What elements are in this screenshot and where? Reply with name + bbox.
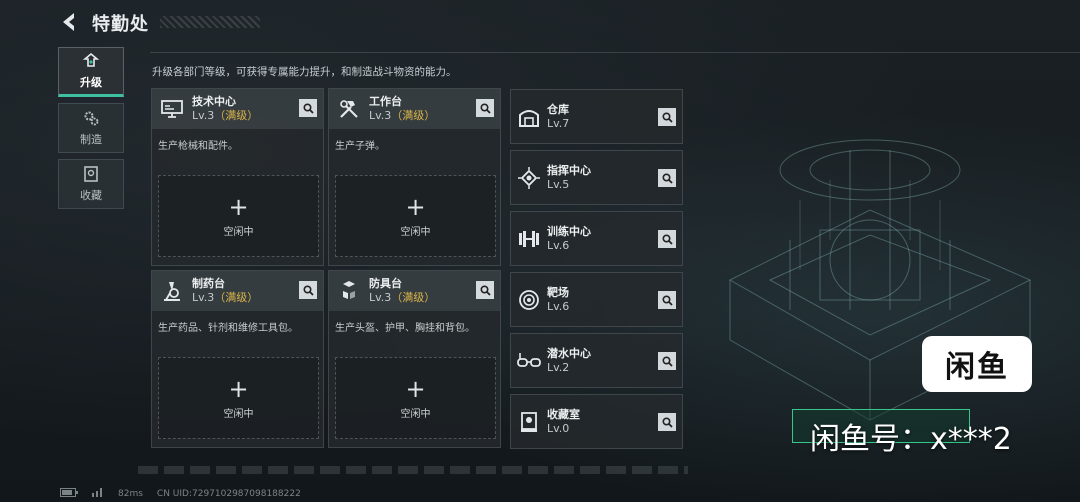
maxed-badge: （满级） <box>214 109 259 122</box>
slot-status: 空闲中 <box>400 226 431 238</box>
display-case-icon <box>511 410 547 434</box>
slot-status: 空闲中 <box>400 408 431 420</box>
nav-collection[interactable]: 收藏 <box>58 159 124 209</box>
watermark-logo: 闲鱼 <box>922 336 1032 392</box>
card-level: Lv.3 <box>192 109 215 122</box>
signal-icon <box>92 487 104 500</box>
search-icon[interactable] <box>299 281 317 299</box>
facility-level: Lv.2 <box>547 360 570 374</box>
facility-name: 训练中心 <box>547 224 591 238</box>
top-bar: 特勤处 <box>0 0 1080 44</box>
upgrade-icon <box>82 52 100 67</box>
plus-icon: + <box>228 374 249 403</box>
production-slot[interactable]: + 空闲中 <box>335 175 496 257</box>
card-level: Lv.3 <box>192 291 215 304</box>
divider <box>138 466 688 474</box>
card-name: 工作台 <box>369 95 402 108</box>
production-slot[interactable]: + 空闲中 <box>158 175 319 257</box>
search-icon[interactable] <box>658 352 676 370</box>
facility-level: Lv.7 <box>547 116 570 130</box>
card-level: Lv.3 <box>369 109 392 122</box>
card-name: 防具台 <box>369 277 402 290</box>
title-decoration <box>160 16 260 28</box>
gears-icon <box>84 111 99 126</box>
facility-collection-room[interactable]: 收藏室 Lv.0 <box>510 394 683 449</box>
card-description: 生产子弹。 <box>335 141 385 152</box>
card-name: 制药台 <box>192 277 225 290</box>
card-armor-bench[interactable]: 防具台 Lv.3（满级） 生产头盔、护甲、胸挂和背包。 + 空闲中 <box>328 270 501 448</box>
maxed-badge: （满级） <box>391 291 436 304</box>
search-icon[interactable] <box>299 99 317 117</box>
facility-name: 仓库 <box>547 102 569 116</box>
divider <box>150 52 1080 53</box>
maxed-badge: （满级） <box>214 291 259 304</box>
production-slot[interactable]: + 空闲中 <box>335 357 496 439</box>
maxed-badge: （满级） <box>391 109 436 122</box>
search-icon[interactable] <box>658 291 676 309</box>
side-nav: 升级 制造 收藏 <box>58 47 124 215</box>
facility-name: 潜水中心 <box>547 346 591 360</box>
search-icon[interactable] <box>658 230 676 248</box>
slot-status: 空闲中 <box>223 226 254 238</box>
warehouse-icon <box>511 105 547 129</box>
nav-collection-label: 收藏 <box>80 189 102 202</box>
production-slot[interactable]: + 空闲中 <box>158 357 319 439</box>
nav-craft-label: 制造 <box>80 133 102 146</box>
facility-command-center[interactable]: 指挥中心 Lv.5 <box>510 150 683 205</box>
page-title: 特勤处 <box>92 14 149 35</box>
card-name: 技术中心 <box>192 95 236 108</box>
plus-icon: + <box>228 192 249 221</box>
ping-value: 82ms <box>118 488 143 499</box>
card-pharmacy[interactable]: 制药台 Lv.3（满级） 生产药品、针剂和维修工具包。 + 空闲中 <box>151 270 324 448</box>
facility-level: Lv.0 <box>547 421 570 435</box>
monitor-icon <box>152 98 192 120</box>
facility-warehouse[interactable]: 仓库 Lv.7 <box>510 89 683 144</box>
microscope-icon <box>152 279 192 303</box>
goggles-icon <box>511 351 547 371</box>
search-icon[interactable] <box>658 413 676 431</box>
card-header: 制药台 Lv.3（满级） <box>152 271 323 311</box>
facility-level: Lv.6 <box>547 299 570 313</box>
card-header: 防具台 Lv.3（满级） <box>329 271 500 311</box>
facility-level: Lv.6 <box>547 238 570 252</box>
facility-name: 靶场 <box>547 285 569 299</box>
card-tech-center[interactable]: 技术中心 Lv.3（满级） 生产枪械和配件。 + 空闲中 <box>151 88 324 266</box>
user-id: CN UID:7297102987098188222 <box>156 488 301 499</box>
facility-level: Lv.5 <box>547 177 570 191</box>
search-icon[interactable] <box>476 99 494 117</box>
search-icon[interactable] <box>658 169 676 187</box>
cubes-icon <box>329 279 369 303</box>
chip-icon <box>511 166 547 190</box>
collection-icon <box>84 166 98 182</box>
facility-training-center[interactable]: 训练中心 Lv.6 <box>510 211 683 266</box>
card-description: 生产药品、针剂和维修工具包。 <box>158 323 298 334</box>
back-icon[interactable] <box>58 10 82 34</box>
card-workbench[interactable]: 工作台 Lv.3（满级） 生产子弹。 + 空闲中 <box>328 88 501 266</box>
slot-status: 空闲中 <box>223 408 254 420</box>
battery-icon <box>60 487 78 500</box>
watermark-text: 闲鱼号：x***2 <box>810 422 1012 457</box>
page-description: 升级各部门等级，可获得专属能力提升，和制造战斗物资的能力。 <box>152 66 457 78</box>
nav-upgrade[interactable]: 升级 <box>58 47 124 97</box>
target-icon <box>511 288 547 312</box>
search-icon[interactable] <box>658 108 676 126</box>
card-level: Lv.3 <box>369 291 392 304</box>
search-icon[interactable] <box>476 281 494 299</box>
dumbbell-icon <box>511 229 547 249</box>
plus-icon: + <box>405 374 426 403</box>
status-bar: 82ms CN UID:7297102987098188222 <box>60 487 301 500</box>
card-description: 生产头盔、护甲、胸挂和背包。 <box>335 323 475 334</box>
facility-name: 收藏室 <box>547 407 580 421</box>
card-header: 工作台 Lv.3（满级） <box>329 89 500 129</box>
base-illustration <box>728 139 1032 421</box>
plus-icon: + <box>405 192 426 221</box>
facility-diving-center[interactable]: 潜水中心 Lv.2 <box>510 333 683 388</box>
card-description: 生产枪械和配件。 <box>158 141 238 152</box>
facility-shooting-range[interactable]: 靶场 Lv.6 <box>510 272 683 327</box>
card-header: 技术中心 Lv.3（满级） <box>152 89 323 129</box>
hammer-wrench-icon <box>329 97 369 121</box>
nav-craft[interactable]: 制造 <box>58 103 124 153</box>
nav-upgrade-label: 升级 <box>80 76 102 89</box>
facility-name: 指挥中心 <box>547 163 591 177</box>
